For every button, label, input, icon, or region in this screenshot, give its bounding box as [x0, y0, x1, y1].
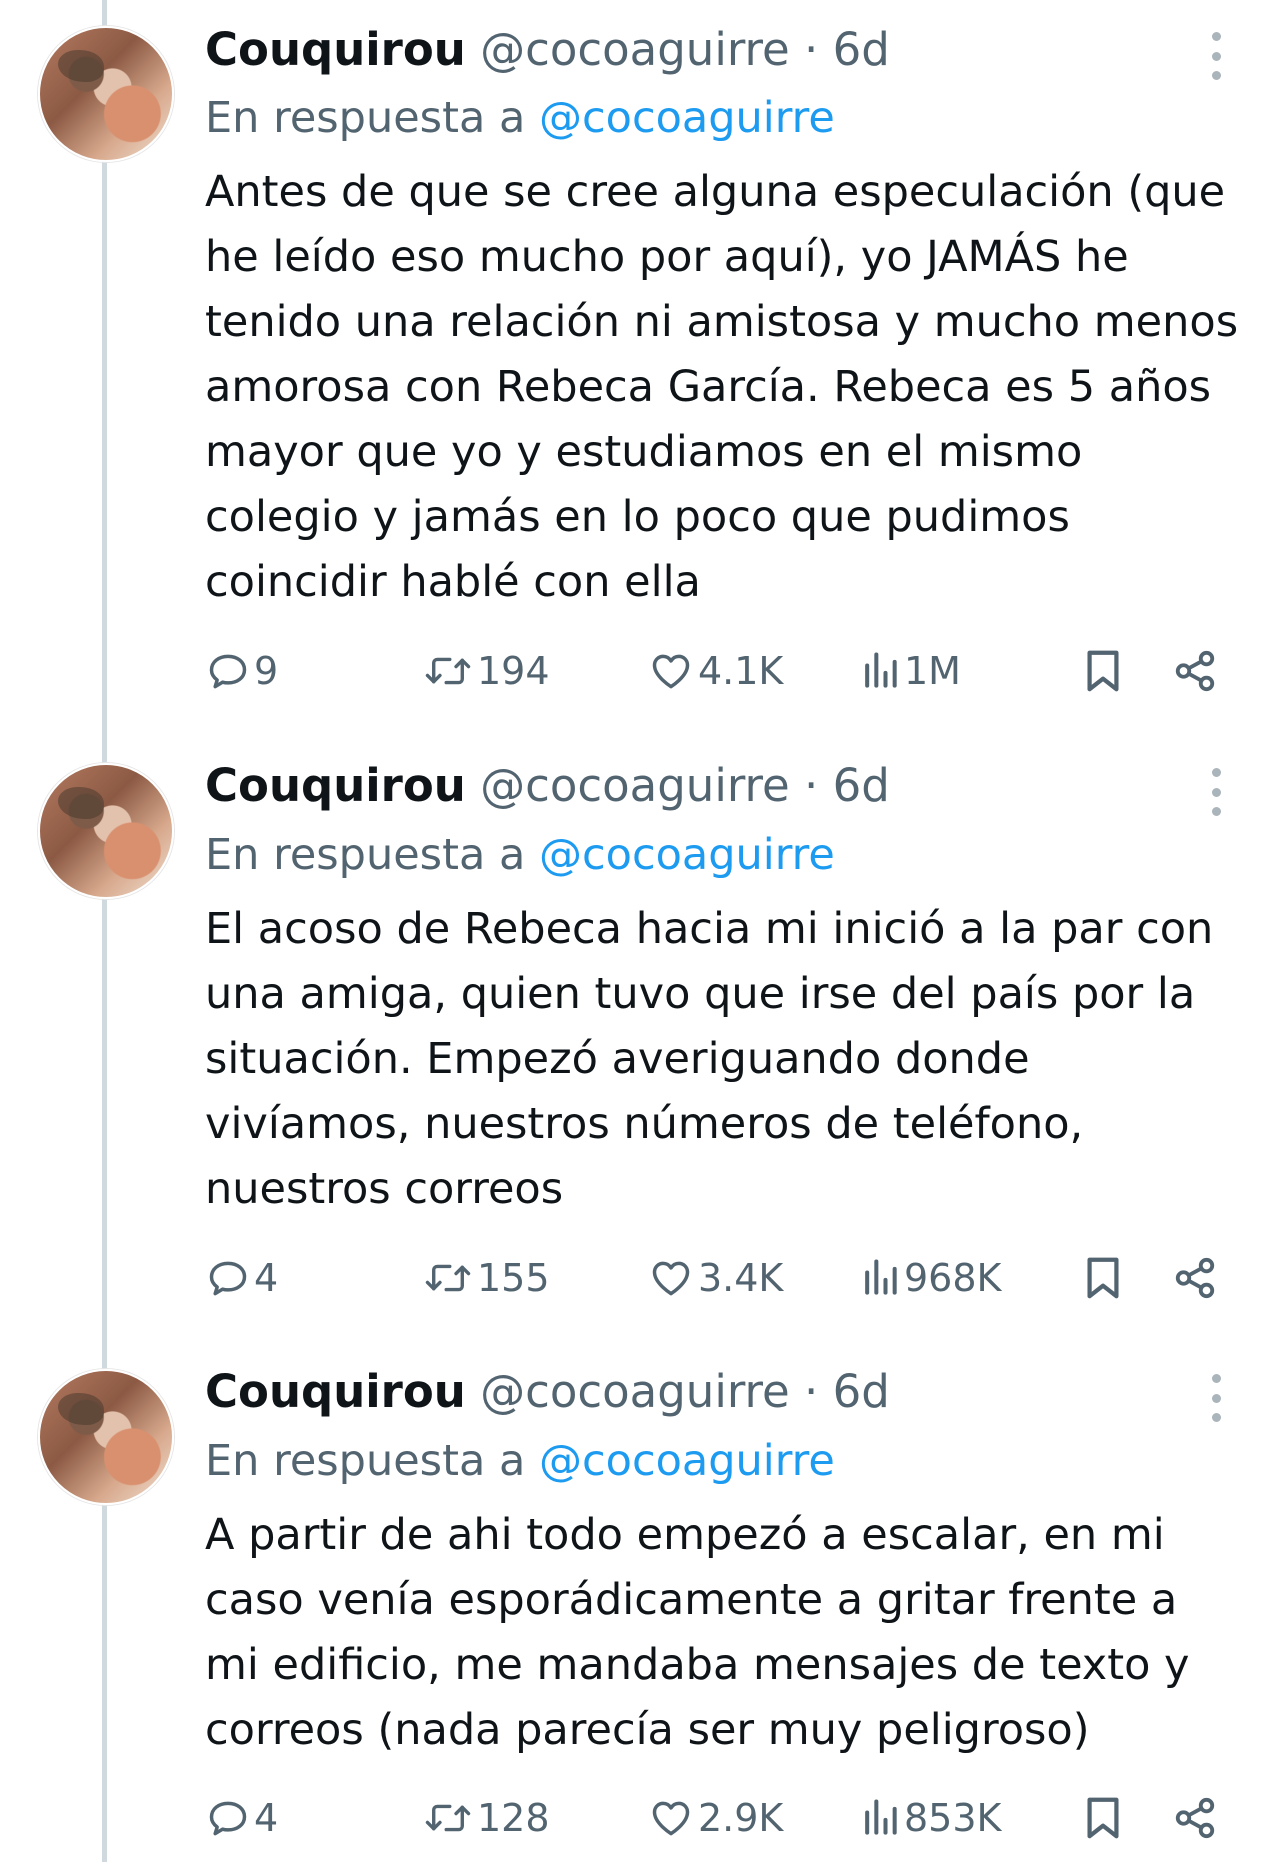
tweet-actions: 4 155 3.4K 968K	[0, 1248, 1280, 1308]
separator-dot: ·	[804, 23, 819, 76]
separator-dot: ·	[804, 1365, 819, 1418]
bookmark-button[interactable]	[1082, 1788, 1124, 1848]
bookmark-icon	[1087, 1257, 1119, 1299]
views-count: 853K	[904, 1796, 1002, 1840]
reply-mention-link[interactable]: @cocoaguirre	[539, 93, 835, 143]
retweet-button[interactable]: 194	[423, 641, 550, 701]
bookmark-button[interactable]	[1082, 1248, 1124, 1308]
more-options-icon[interactable]	[1206, 1374, 1226, 1422]
reply-mention-link[interactable]: @cocoaguirre	[539, 1436, 835, 1486]
share-button[interactable]	[1172, 1788, 1218, 1848]
reply-count: 4	[254, 1796, 279, 1840]
timestamp[interactable]: 6d	[833, 23, 890, 76]
share-button[interactable]	[1172, 1248, 1218, 1308]
retweet-button[interactable]: 155	[423, 1248, 550, 1308]
retweet-icon	[425, 657, 471, 685]
display-name[interactable]: Couquirou	[205, 759, 466, 812]
like-count: 4.1K	[698, 649, 784, 693]
like-count: 2.9K	[698, 1796, 784, 1840]
tweet-actions: 4 128 2.9K 853K	[0, 1788, 1280, 1848]
timestamp[interactable]: 6d	[833, 1365, 890, 1418]
reply-icon	[209, 654, 247, 689]
retweet-count: 194	[477, 649, 550, 693]
avatar[interactable]	[38, 26, 174, 162]
retweet-count: 155	[477, 1256, 550, 1300]
retweet-icon	[425, 1264, 471, 1292]
reply-icon	[209, 1801, 247, 1836]
views-button[interactable]: 1M	[860, 641, 961, 701]
more-options-icon[interactable]	[1206, 32, 1226, 80]
reply-button[interactable]: 4	[206, 1248, 278, 1308]
heart-icon	[652, 1261, 690, 1296]
reply-mention-link[interactable]: @cocoaguirre	[539, 830, 835, 880]
views-button[interactable]: 853K	[860, 1788, 1001, 1848]
reply-button[interactable]: 4	[206, 1788, 278, 1848]
avatar[interactable]	[38, 1369, 174, 1505]
thread-connector-line	[102, 0, 107, 1862]
user-handle[interactable]: @cocoaguirre	[480, 1365, 790, 1418]
like-button[interactable]: 3.4K	[648, 1248, 783, 1308]
reply-context: En respuesta a @cocoaguirre	[205, 90, 835, 146]
views-chart-icon	[865, 1799, 897, 1835]
tweet-text: Antes de que se cree alguna especulación…	[205, 167, 1239, 607]
heart-icon	[652, 1801, 690, 1836]
views-count: 968K	[904, 1256, 1002, 1300]
like-button[interactable]: 2.9K	[648, 1788, 783, 1848]
like-button[interactable]: 4.1K	[648, 641, 783, 701]
views-count: 1M	[904, 649, 961, 693]
separator-dot: ·	[804, 759, 819, 812]
share-icon	[1175, 1257, 1215, 1299]
bookmark-icon	[1087, 650, 1119, 692]
reply-prefix: En respuesta a	[205, 830, 526, 880]
tweet-text: A partir de ahi todo empezó a escalar, e…	[205, 1510, 1190, 1755]
views-chart-icon	[865, 652, 897, 688]
avatar[interactable]	[38, 763, 174, 899]
reply-count: 4	[254, 1256, 279, 1300]
tweet-header: Couquirou @cocoaguirre · 6d	[205, 1364, 890, 1420]
reply-prefix: En respuesta a	[205, 93, 526, 143]
share-icon	[1175, 1797, 1215, 1839]
reply-count: 9	[254, 649, 279, 693]
reply-prefix: En respuesta a	[205, 1436, 526, 1486]
reply-context: En respuesta a @cocoaguirre	[205, 1433, 835, 1489]
views-chart-icon	[865, 1259, 897, 1295]
retweet-button[interactable]: 128	[423, 1788, 550, 1848]
user-handle[interactable]: @cocoaguirre	[480, 23, 790, 76]
tweet-text: El acoso de Rebeca hacia mi inició a la …	[205, 904, 1214, 1214]
reply-icon	[209, 1261, 247, 1296]
bookmark-button[interactable]	[1082, 641, 1124, 701]
bookmark-icon	[1087, 1797, 1119, 1839]
like-count: 3.4K	[698, 1256, 784, 1300]
retweet-icon	[425, 1804, 471, 1832]
retweet-count: 128	[477, 1796, 550, 1840]
views-button[interactable]: 968K	[860, 1248, 1001, 1308]
reply-context: En respuesta a @cocoaguirre	[205, 827, 835, 883]
more-options-icon[interactable]	[1206, 768, 1226, 816]
display-name[interactable]: Couquirou	[205, 23, 466, 76]
tweet-header: Couquirou @cocoaguirre · 6d	[205, 758, 890, 814]
timestamp[interactable]: 6d	[833, 759, 890, 812]
tweet-header: Couquirou @cocoaguirre · 6d	[205, 22, 890, 78]
reply-button[interactable]: 9	[206, 641, 278, 701]
share-icon	[1175, 650, 1215, 692]
share-button[interactable]	[1172, 641, 1218, 701]
heart-icon	[652, 654, 690, 689]
display-name[interactable]: Couquirou	[205, 1365, 466, 1418]
user-handle[interactable]: @cocoaguirre	[480, 759, 790, 812]
tweet-actions: 9 194 4.1K 1M	[0, 641, 1280, 701]
